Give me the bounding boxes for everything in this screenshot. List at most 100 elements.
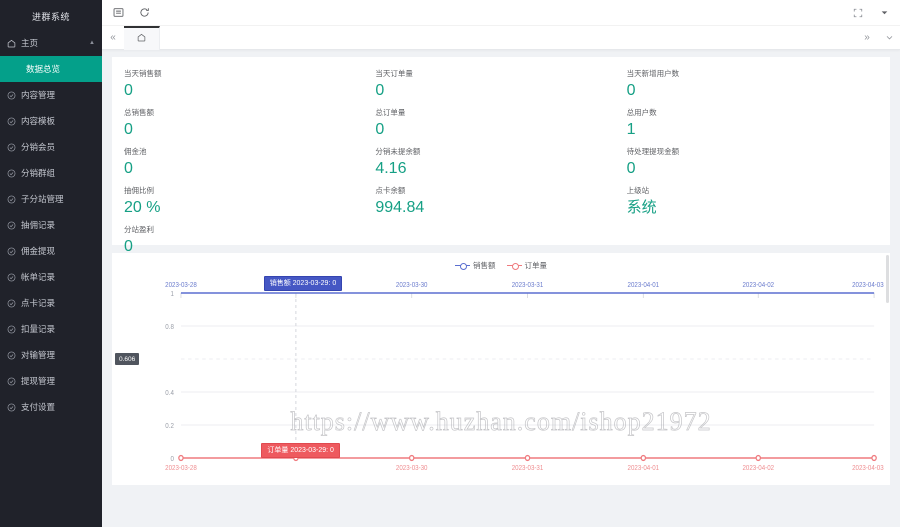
stat-item: 待处理提现金额 0 (627, 145, 868, 179)
y-tick-1: 1 (170, 291, 174, 298)
caret-down-icon[interactable] (876, 5, 892, 21)
sidebar-item-data-overview-label: 数据总览 (26, 64, 61, 74)
sidebar-item-1[interactable]: 内容模板 (0, 108, 102, 134)
stat-label: 佣金池 (124, 147, 147, 156)
tab-home[interactable] (124, 25, 160, 50)
stat-value: 0 (124, 121, 133, 138)
home-icon (7, 39, 16, 48)
circle-check-icon (7, 117, 16, 126)
legend-label-sales: 销售额 (473, 261, 496, 270)
brand-title: 进群系统 (31, 12, 70, 22)
stat-value: 4.16 (375, 160, 407, 177)
y-tick-0.2: 0.2 (165, 423, 174, 430)
tooltip-sales: 销售额 2023-03-29: 0 (263, 276, 343, 291)
sidebar-item-7[interactable]: 帐单记录 (0, 264, 102, 290)
content-area: 当天销售额 0 总销售额 0 佣金池 0 抽佣比例 20 % 分站盈利 0 当天… (102, 50, 900, 527)
stats-column-1: 当天订单量 0 总订单量 0 分销未提余额 4.16 点卡余额 994.84 (375, 67, 626, 239)
chevron-down-icon[interactable] (878, 26, 900, 50)
chart-card: 销售额 订单量 1 0.8 0.4 0.2 0 2023-03-28 2023-… (112, 253, 890, 485)
sidebar-item-9-label: 扣量记录 (21, 324, 56, 334)
stats-card: 当天销售额 0 总销售额 0 佣金池 0 抽佣比例 20 % 分站盈利 0 当天… (112, 57, 890, 255)
stat-item: 分销未提余额 4.16 (375, 145, 616, 179)
stat-value: 1 (626, 121, 636, 138)
circle-check-icon (7, 299, 16, 308)
x-tick-bot-6: 2023-04-03 (852, 465, 884, 472)
x-tick-bot-4: 2023-04-01 (628, 465, 660, 472)
circle-check-icon (7, 221, 16, 230)
stat-label: 分站盈利 (124, 225, 154, 234)
double-chevron-right-icon[interactable]: » (856, 26, 878, 50)
circle-check-icon (7, 195, 16, 204)
circle-check-icon (7, 91, 16, 100)
stats-column-0: 当天销售额 0 总销售额 0 佣金池 0 抽佣比例 20 % 分站盈利 0 (124, 67, 375, 255)
chart-plot[interactable]: 1 0.8 0.4 0.2 0 2023-03-28 2023-03-30 20… (112, 275, 890, 485)
x-tick-top-3: 2023-03-31 (512, 282, 544, 289)
sidebar-item-3[interactable]: 分销群组 (0, 160, 102, 186)
stat-item: 分站盈利 0 (124, 223, 365, 257)
sidebar-item-7-label: 帐单记录 (21, 272, 56, 282)
stat-label: 总订单量 (375, 108, 406, 117)
sidebar-item-1-label: 内容模板 (21, 116, 56, 126)
sidebar-menu: 主页 ▲ 数据总览 内容管理 内容模板 分销会员 分销群组 子分站管理 抽佣记录… (0, 30, 102, 420)
stat-item: 点卡余额 994.84 (375, 184, 616, 218)
x-tick-top-6: 2023-04-03 (852, 282, 884, 289)
legend-label-orders: 订单量 (524, 261, 548, 270)
stats-column-2: 当天新增用户数 0 总用户数 1 待处理提现金额 0 上级站 系统 (627, 67, 878, 239)
sidebar-item-4[interactable]: 子分站管理 (0, 186, 102, 212)
double-chevron-left-icon[interactable]: « (102, 26, 124, 50)
scrollbar-thumb[interactable] (886, 255, 889, 303)
chart-svg: 1 0.8 0.4 0.2 0 2023-03-28 2023-03-30 20… (165, 282, 884, 472)
circle-check-icon (7, 351, 16, 360)
list-menu-icon[interactable] (110, 5, 126, 21)
sidebar-item-11-label: 提现管理 (21, 376, 56, 386)
y-tick-0.8: 0.8 (165, 324, 174, 331)
stat-item: 当天新增用户数 0 (627, 67, 868, 101)
legend-item-sales[interactable]: 销售额 (455, 260, 496, 271)
sidebar-item-10[interactable]: 对输管理 (0, 342, 102, 368)
stat-label: 点卡余额 (375, 186, 406, 195)
sidebar-item-12[interactable]: 支付设置 (0, 394, 102, 420)
stat-value: 0 (124, 160, 133, 177)
sidebar-item-11[interactable]: 提现管理 (0, 368, 102, 394)
sidebar-item-2-label: 分销会员 (21, 142, 56, 152)
sidebar-item-3-label: 分销群组 (21, 168, 56, 178)
stat-label: 当天订单量 (375, 69, 413, 78)
sidebar-item-4-label: 子分站管理 (21, 194, 64, 204)
circle-check-icon (7, 143, 16, 152)
sidebar-item-10-label: 对输管理 (21, 350, 56, 360)
tooltip-orders: 订单量 2023-03-29: 0 (261, 443, 340, 458)
stat-value: 0 (626, 160, 636, 177)
stat-value: 0 (626, 82, 636, 99)
stat-label: 待处理提现金额 (626, 147, 680, 156)
fullscreen-icon[interactable] (850, 5, 866, 21)
sidebar-item-6[interactable]: 佣金提现 (0, 238, 102, 264)
stat-value: 系统 (626, 199, 657, 216)
stat-label: 当天销售额 (124, 69, 162, 78)
sidebar-item-12-label: 支付设置 (21, 402, 56, 412)
stat-item: 上级站 系统 (627, 184, 868, 218)
stat-label: 总用户数 (626, 108, 657, 117)
sidebar-item-home[interactable]: 主页 ▲ (0, 30, 102, 56)
circle-check-icon (7, 247, 16, 256)
legend-marker-orders-icon (506, 262, 522, 270)
refresh-icon[interactable] (136, 5, 152, 21)
sidebar-item-8[interactable]: 点卡记录 (0, 290, 102, 316)
x-tick-top-2: 2023-03-30 (396, 282, 428, 289)
sidebar-item-0[interactable]: 内容管理 (0, 82, 102, 108)
stat-item: 当天订单量 0 (375, 67, 616, 101)
x-tick-bot-2: 2023-03-30 (396, 465, 428, 472)
sidebar-item-5-label: 抽佣记录 (21, 220, 56, 230)
circle-check-icon (7, 403, 16, 412)
sidebar-item-2[interactable]: 分销会员 (0, 134, 102, 160)
legend-item-orders[interactable]: 订单量 (506, 260, 548, 271)
sidebar-item-6-label: 佣金提现 (21, 246, 56, 256)
main-region: « » 当天销售额 0 总销售额 0 佣金池 0 抽佣比例 20 % 分站盈利 … (102, 0, 900, 527)
stat-value: 0 (124, 82, 133, 99)
stat-label: 分销未提余额 (375, 147, 421, 156)
stat-value: 20 % (124, 199, 161, 216)
sidebar-item-5[interactable]: 抽佣记录 (0, 212, 102, 238)
stat-label: 上级站 (626, 186, 650, 195)
sidebar-item-data-overview[interactable]: 数据总览 (0, 56, 102, 82)
sidebar-item-9[interactable]: 扣量记录 (0, 316, 102, 342)
sidebar-item-0-label: 内容管理 (21, 90, 56, 100)
